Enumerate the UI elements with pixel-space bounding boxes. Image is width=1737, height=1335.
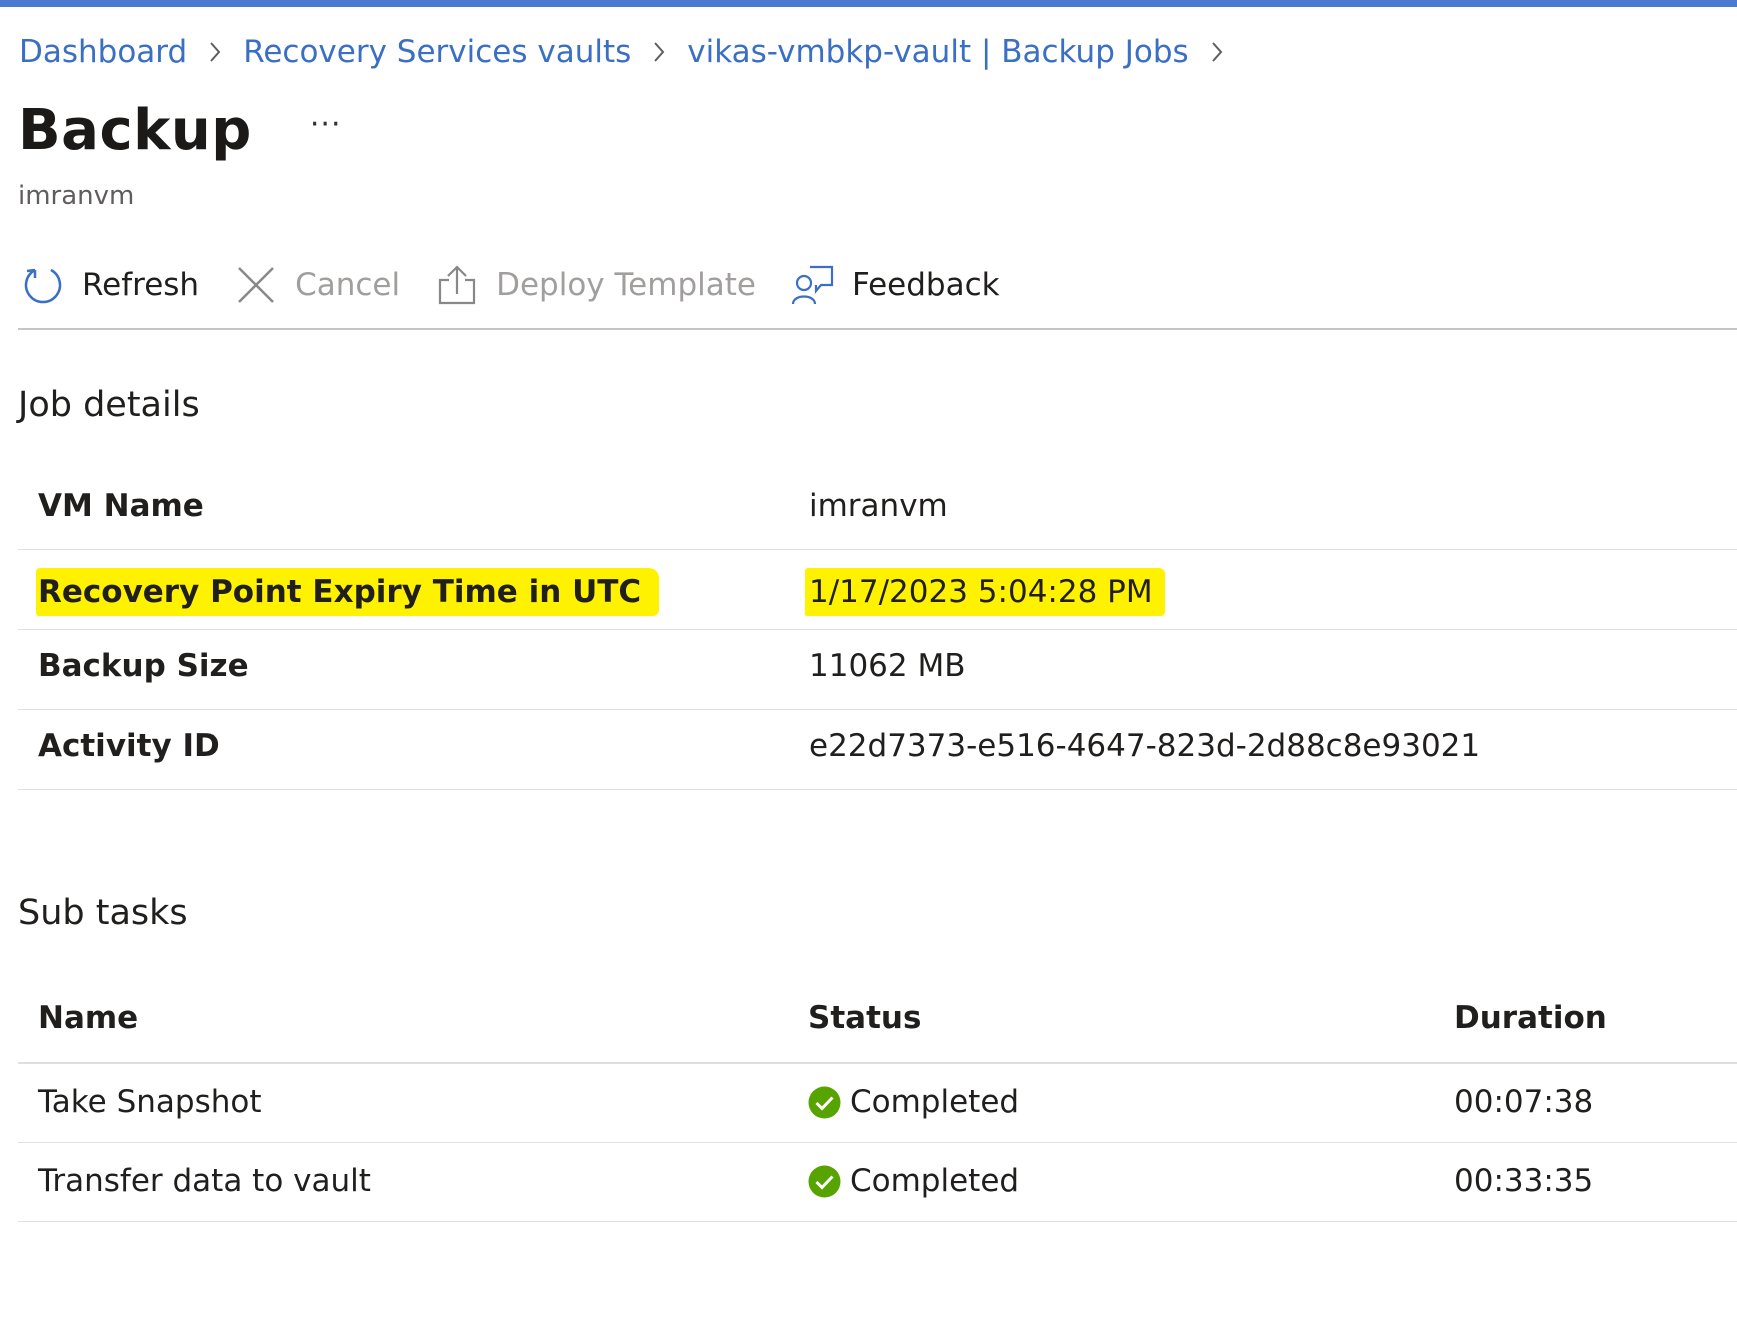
check-circle-icon (808, 1165, 841, 1198)
chevron-right-icon (187, 41, 243, 63)
feedback-label: Feedback (851, 267, 1000, 303)
detail-label-highlighted: Recovery Point Expiry Time in UTC (36, 568, 660, 616)
feedback-button[interactable]: Feedback (788, 252, 1000, 318)
page-subtitle: imranvm (18, 181, 135, 211)
detail-row-backup-size: Backup Size 11062 MB (18, 630, 1737, 710)
chevron-right-icon (1189, 41, 1245, 63)
more-options-button[interactable]: ··· (310, 109, 342, 140)
detail-row-recovery-point-expiry: Recovery Point Expiry Time in UTC 1/17/2… (18, 550, 1737, 630)
detail-value: e22d7373-e516-4647-823d-2d88c8e93021 (809, 728, 1481, 764)
task-status-label: Completed (850, 1084, 1020, 1120)
cancel-label: Cancel (295, 267, 401, 303)
breadcrumb-dashboard[interactable]: Dashboard (19, 34, 187, 70)
breadcrumb-backup-jobs[interactable]: vikas-vmbkp-vault | Backup Jobs (687, 34, 1188, 70)
column-header-status[interactable]: Status (808, 1000, 921, 1036)
title-row: Backup ··· (18, 98, 341, 163)
job-details-heading: Job details (18, 385, 200, 425)
task-duration: 00:07:38 (1454, 1084, 1594, 1120)
table-row[interactable]: Transfer data to vault Completed 00:33:3… (18, 1143, 1737, 1222)
task-status: Completed (808, 1163, 1019, 1199)
detail-value: 11062 MB (809, 648, 966, 684)
detail-value: imranvm (809, 488, 948, 524)
detail-row-activity-id: Activity ID e22d7373-e516-4647-823d-2d88… (18, 710, 1737, 790)
job-details-table: VM Name imranvm Recovery Point Expiry Ti… (18, 470, 1737, 790)
detail-row-vm-name: VM Name imranvm (18, 470, 1737, 550)
task-status-label: Completed (850, 1163, 1020, 1199)
refresh-button[interactable]: Refresh (18, 252, 199, 318)
chevron-right-icon (631, 41, 687, 63)
task-name: Transfer data to vault (38, 1163, 371, 1199)
task-status: Completed (808, 1084, 1019, 1120)
refresh-icon (18, 260, 68, 310)
feedback-person-icon (788, 260, 838, 310)
sub-tasks-table: Name Status Duration Take Snapshot Compl… (18, 978, 1737, 1222)
breadcrumb-recovery-services-vaults[interactable]: Recovery Services vaults (243, 34, 631, 70)
column-header-name[interactable]: Name (38, 1000, 138, 1036)
portal-top-bar (0, 0, 1737, 7)
table-row[interactable]: Take Snapshot Completed 00:07:38 (18, 1064, 1737, 1143)
command-bar: Refresh Cancel Deploy Template Feedback (18, 252, 1737, 330)
check-circle-icon (808, 1086, 841, 1119)
refresh-label: Refresh (82, 267, 200, 303)
page-title: Backup (18, 98, 252, 163)
upload-icon (432, 260, 482, 310)
column-header-duration[interactable]: Duration (1454, 1000, 1607, 1036)
detail-value-highlighted: 1/17/2023 5:04:28 PM (805, 568, 1165, 616)
cancel-x-icon (231, 260, 281, 310)
task-name: Take Snapshot (38, 1084, 262, 1120)
cancel-button[interactable]: Cancel (231, 252, 400, 318)
deploy-template-button[interactable]: Deploy Template (432, 252, 756, 318)
detail-label: VM Name (38, 488, 204, 524)
task-duration: 00:33:35 (1454, 1163, 1594, 1199)
detail-label: Activity ID (38, 728, 220, 764)
breadcrumb: Dashboard Recovery Services vaults vikas… (19, 30, 1245, 74)
sub-tasks-heading: Sub tasks (18, 893, 188, 933)
detail-label: Backup Size (38, 648, 249, 684)
deploy-template-label: Deploy Template (496, 267, 756, 303)
table-header-row: Name Status Duration (18, 978, 1737, 1064)
